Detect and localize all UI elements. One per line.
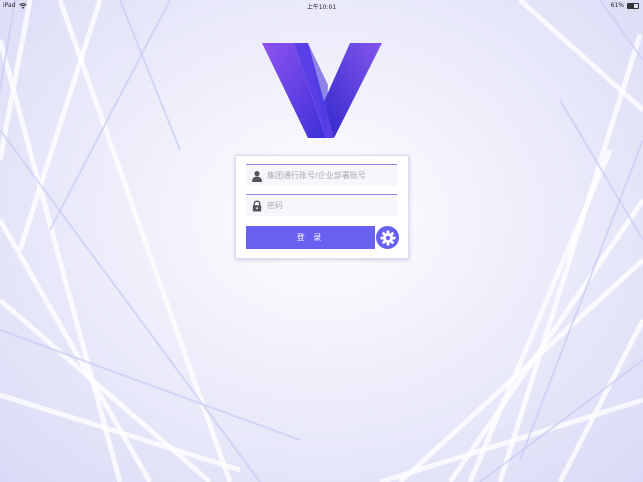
- settings-button[interactable]: [376, 226, 399, 249]
- login-button[interactable]: 登 录: [246, 226, 375, 249]
- battery-icon: [627, 2, 639, 9]
- password-input[interactable]: [267, 201, 392, 210]
- gear-icon: [380, 230, 395, 245]
- account-input[interactable]: [267, 171, 392, 180]
- status-right: 61%: [611, 2, 639, 9]
- login-card: 登 录: [235, 155, 409, 259]
- status-time: 上午10:01: [306, 4, 337, 11]
- lock-icon: [252, 199, 262, 211]
- user-icon: [252, 170, 262, 182]
- password-field: [246, 194, 397, 216]
- v-logo: [262, 43, 382, 138]
- battery-fill: [628, 3, 635, 8]
- status-bar: iPad 上午10:01 61%: [0, 0, 643, 11]
- account-field: [246, 164, 397, 186]
- battery-percent: 61%: [610, 2, 624, 9]
